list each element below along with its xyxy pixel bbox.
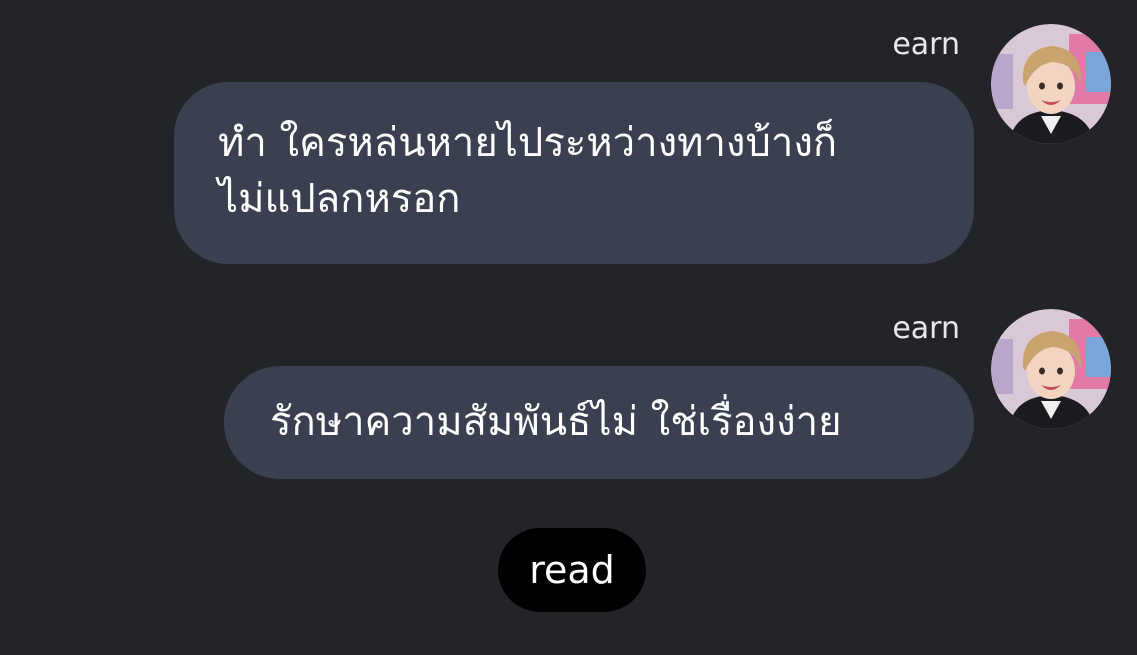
message-text: รักษาความสัมพันธ์ไม่ ใช่เรื่องง่าย xyxy=(270,399,842,445)
chat-view: earn ทำ ใครหล่นหายไประหว่างทางบ้างก็ ไม่… xyxy=(0,0,1137,655)
avatar[interactable] xyxy=(991,309,1111,429)
avatar-photo-icon xyxy=(991,24,1111,144)
message-bubble[interactable]: ทำ ใครหล่นหายไประหว่างทางบ้างก็ ไม่แปลกห… xyxy=(174,82,974,264)
message-text-line: ไม่แปลกหรอก xyxy=(218,176,461,222)
message-bubble[interactable]: รักษาความสัมพันธ์ไม่ ใช่เรื่องง่าย xyxy=(224,366,974,479)
read-label: read xyxy=(529,548,615,592)
sender-name: earn xyxy=(892,27,960,62)
message-text-line: ทำ ใครหล่นหายไประหว่างทางบ้างก็ xyxy=(218,120,838,166)
read-receipt-badge: read xyxy=(498,528,646,612)
avatar-photo-icon xyxy=(991,309,1111,429)
sender-name: earn xyxy=(892,311,960,346)
avatar[interactable] xyxy=(991,24,1111,144)
